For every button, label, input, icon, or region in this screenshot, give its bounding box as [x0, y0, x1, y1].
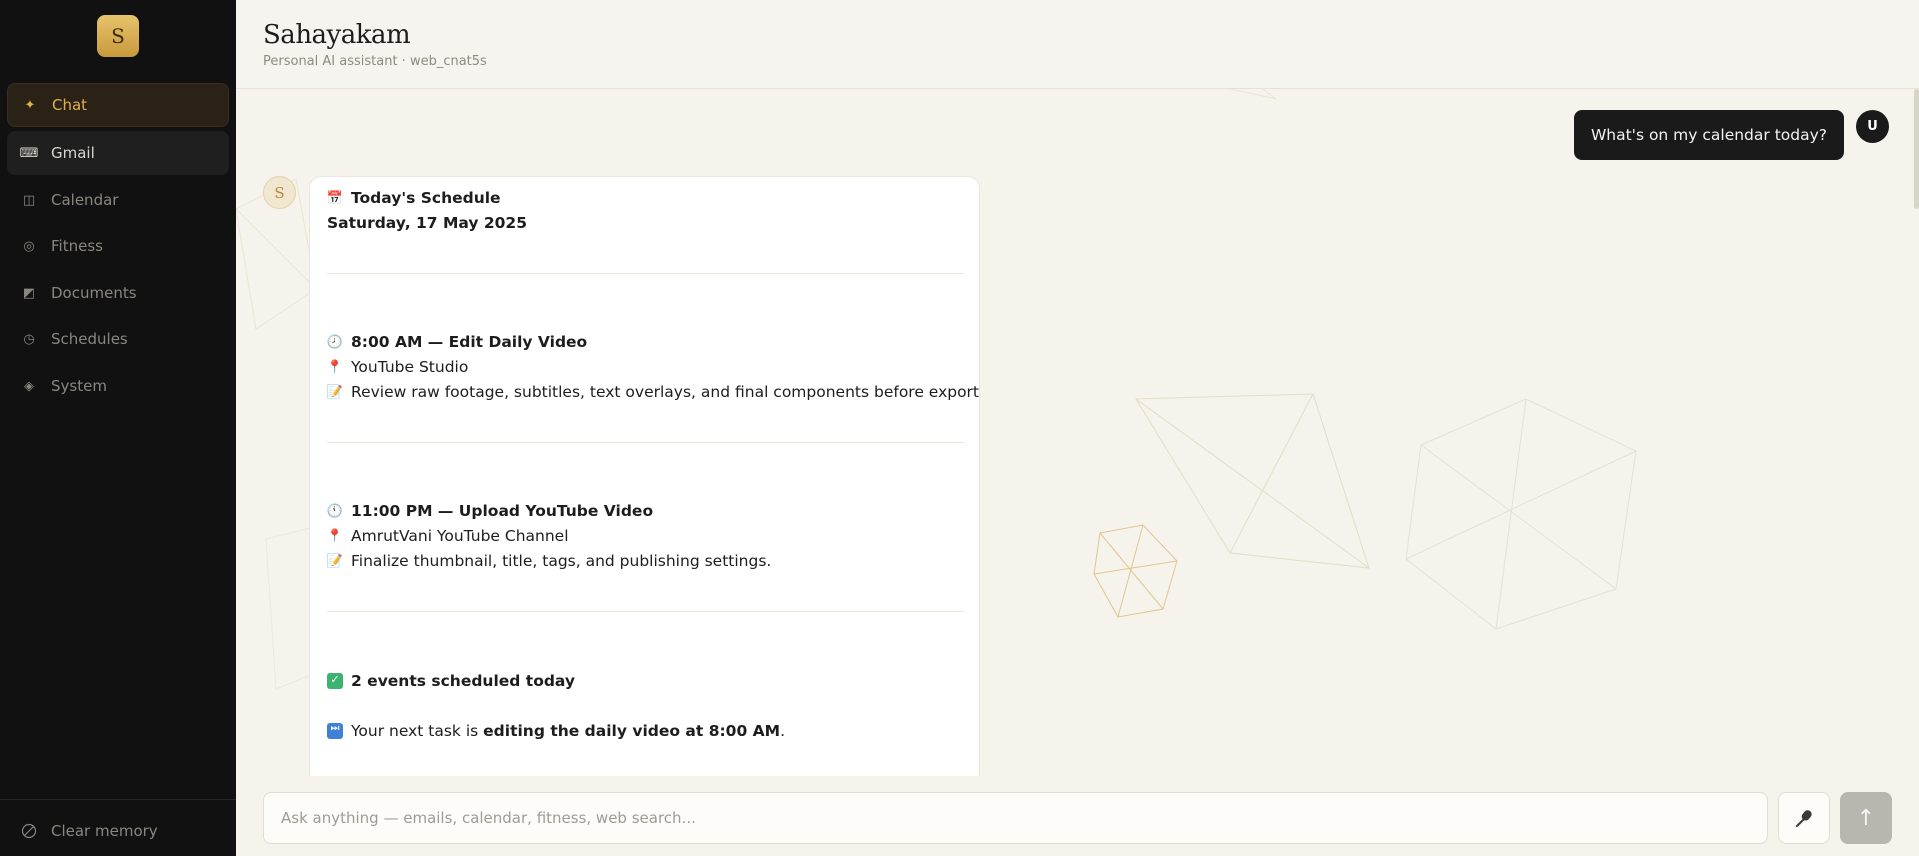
document-icon: ◩	[22, 285, 36, 301]
pin-icon: 📍	[326, 359, 344, 375]
event-note: Review raw footage, subtitles, text over…	[351, 383, 980, 401]
keyboard-icon: ⌨	[19, 145, 39, 161]
scrollbar[interactable]	[1914, 89, 1919, 209]
assistant-message: 📅 Today's Schedule Saturday, 17 May 2025…	[309, 176, 980, 776]
event-note: Finalize thumbnail, title, tags, and pub…	[351, 552, 772, 570]
schedule-date: Saturday, 17 May 2025	[327, 214, 527, 232]
sidebar-item-documents[interactable]: ◩ Documents	[7, 271, 229, 315]
next-task-bold: editing the daily video at 8:00 AM	[483, 722, 781, 740]
target-icon: ◎	[23, 238, 35, 254]
memo-icon: 📝	[326, 553, 344, 569]
next-task-prefix: Your next task is	[351, 722, 484, 740]
sidebar-item-label: Schedules	[51, 330, 128, 348]
sidebar: S ✦ Chat ⌨ Gmail ◫ Calendar ◎ Fitness ◩ …	[0, 0, 236, 856]
fast-forward-icon: ⏭	[327, 723, 343, 739]
sidebar-item-fitness[interactable]: ◎ Fitness	[7, 224, 229, 268]
sidebar-item-schedules[interactable]: ◷ Schedules	[7, 317, 229, 361]
clock-icon: 🕚	[326, 503, 344, 519]
sidebar-item-gmail[interactable]: ⌨ Gmail	[7, 131, 229, 175]
send-button[interactable]: ↑	[1840, 792, 1892, 844]
sidebar-item-label: Calendar	[51, 191, 119, 209]
assistant-avatar: S	[263, 176, 296, 209]
user-avatar: U	[1856, 110, 1889, 143]
check-icon: ✓	[327, 673, 343, 689]
book-icon: ◫	[22, 192, 36, 208]
composer	[263, 792, 1768, 844]
sidebar-item-label: Fitness	[51, 237, 103, 255]
sidebar-item-label: System	[51, 377, 107, 395]
divider	[327, 611, 964, 612]
clear-memory-label: Clear memory	[51, 822, 158, 840]
event-location: YouTube Studio	[351, 358, 469, 376]
clock-icon: 🕗	[326, 334, 344, 350]
sidebar-item-calendar[interactable]: ◫ Calendar	[7, 178, 229, 222]
no-entry-icon	[21, 823, 37, 839]
sidebar-item-label: Chat	[52, 96, 88, 114]
user-message: What's on my calendar today?	[1573, 110, 1844, 160]
divider	[327, 442, 964, 443]
arrow-up-icon: ↑	[1856, 805, 1876, 831]
pin-icon: 📍	[326, 528, 344, 544]
memo-icon: 📝	[326, 384, 344, 400]
app-logo[interactable]: S	[97, 15, 139, 57]
event-location: AmrutVani YouTube Channel	[351, 527, 569, 545]
event-title: 11:00 PM — Upload YouTube Video	[351, 502, 654, 520]
sidebar-item-chat[interactable]: ✦ Chat	[7, 83, 229, 127]
divider	[327, 273, 964, 274]
sidebar-divider	[0, 799, 236, 800]
event-title: 8:00 AM — Edit Daily Video	[351, 333, 588, 351]
clear-memory-button[interactable]: Clear memory	[7, 816, 158, 846]
events-summary: 2 events scheduled today	[351, 672, 576, 690]
sidebar-item-label: Documents	[51, 284, 137, 302]
sidebar-item-system[interactable]: ◈ System	[7, 364, 229, 408]
next-task-suffix: .	[780, 722, 786, 740]
sidebar-item-label: Gmail	[51, 144, 95, 162]
page-header: Sahayakam Personal AI assistant · web_cn…	[236, 0, 1919, 89]
chat-input[interactable]	[281, 809, 1767, 827]
page-subtitle: Personal AI assistant · web_cnat5s	[263, 54, 487, 69]
microphone-button[interactable]	[1778, 792, 1830, 844]
clock-icon: ◷	[23, 331, 35, 347]
microphone-icon	[1796, 810, 1812, 827]
sparkle-icon: ✦	[24, 97, 36, 113]
schedule-heading: Today's Schedule	[351, 189, 501, 207]
page-title: Sahayakam	[263, 20, 411, 50]
calendar-icon: 📅	[326, 190, 344, 206]
diamond-icon: ◈	[24, 378, 34, 394]
